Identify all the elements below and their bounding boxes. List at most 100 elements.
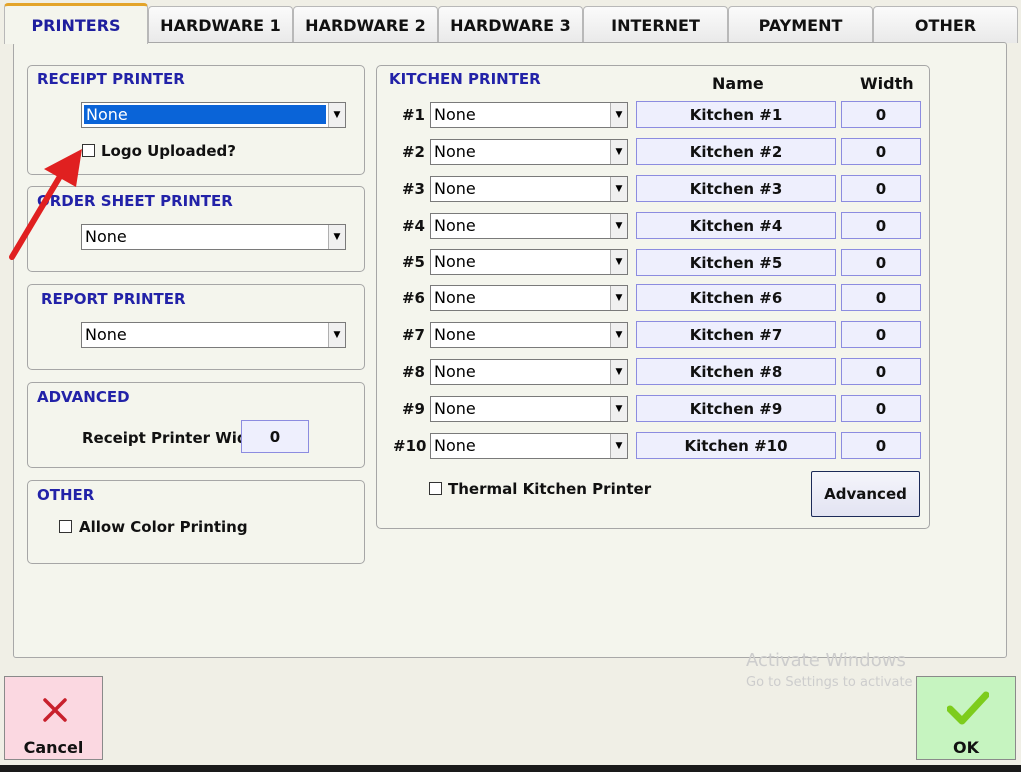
kitchen-width-input[interactable]: 0 xyxy=(841,212,921,239)
checkmark-icon xyxy=(947,691,989,725)
chevron-down-icon[interactable]: ▼ xyxy=(328,225,345,249)
row-number: #8 xyxy=(401,363,425,381)
cancel-label: Cancel xyxy=(23,738,84,757)
report-printer-select[interactable]: None ▼ xyxy=(81,322,346,348)
kitchen-name-input[interactable]: Kitchen #8 xyxy=(636,358,836,385)
tab-printers[interactable]: PRINTERS xyxy=(4,3,148,44)
kitchen-printer-select[interactable]: None ▼ xyxy=(430,359,628,385)
row-number: #2 xyxy=(401,143,425,161)
receipt-printer-value: None xyxy=(83,104,327,125)
ok-button[interactable]: OK xyxy=(916,676,1016,760)
row-number: #9 xyxy=(401,400,425,418)
kitchen-printer-select[interactable]: None ▼ xyxy=(430,139,628,165)
tab-internet[interactable]: INTERNET xyxy=(583,6,728,43)
kitchen-width-input[interactable]: 0 xyxy=(841,358,921,385)
chevron-down-icon[interactable]: ▼ xyxy=(328,103,345,127)
tab-hardware-1[interactable]: HARDWARE 1 xyxy=(148,6,293,43)
kitchen-printer-select[interactable]: None ▼ xyxy=(430,285,628,311)
kitchen-width-input[interactable]: 0 xyxy=(841,321,921,348)
close-icon xyxy=(43,698,67,722)
kitchen-printer-value: None xyxy=(434,362,476,381)
kitchen-printer-value: None xyxy=(434,105,476,124)
kitchen-name-input[interactable]: Kitchen #4 xyxy=(636,212,836,239)
report-printer-value: None xyxy=(85,325,127,344)
receipt-printer-select[interactable]: None ▼ xyxy=(81,102,346,128)
receipt-printer-width-input[interactable]: 0 xyxy=(241,420,309,453)
allow-color-printing-checkbox[interactable] xyxy=(59,520,72,533)
cancel-button[interactable]: Cancel xyxy=(4,676,103,760)
kitchen-name-input[interactable]: Kitchen #1 xyxy=(636,101,836,128)
name-column-header: Name xyxy=(712,74,764,93)
tab-hardware-3[interactable]: HARDWARE 3 xyxy=(438,6,583,43)
thermal-kitchen-printer-label: Thermal Kitchen Printer xyxy=(448,480,652,498)
tab-hardware-2[interactable]: HARDWARE 2 xyxy=(293,6,438,43)
row-number: #7 xyxy=(401,326,425,344)
row-number: #10 xyxy=(393,437,427,455)
receipt-printer-width-label: Receipt Printer Width xyxy=(82,429,266,447)
kitchen-width-input[interactable]: 0 xyxy=(841,432,921,459)
order-sheet-printer-select[interactable]: None ▼ xyxy=(81,224,346,250)
kitchen-name-input[interactable]: Kitchen #5 xyxy=(636,249,836,276)
report-printer-title: REPORT PRINTER xyxy=(41,290,186,308)
receipt-printer-title: RECEIPT PRINTER xyxy=(37,70,185,88)
activate-windows-watermark: Activate Windows xyxy=(746,650,906,671)
kitchen-printer-value: None xyxy=(434,216,476,235)
chevron-down-icon[interactable]: ▼ xyxy=(610,397,627,421)
kitchen-printer-select[interactable]: None ▼ xyxy=(430,322,628,348)
row-number: #4 xyxy=(401,217,425,235)
red-arrow-annotation xyxy=(9,149,82,260)
kitchen-printer-value: None xyxy=(434,142,476,161)
row-number: #5 xyxy=(401,253,425,271)
kitchen-width-input[interactable]: 0 xyxy=(841,395,921,422)
tab-other[interactable]: OTHER xyxy=(873,6,1018,43)
kitchen-width-input[interactable]: 0 xyxy=(841,175,921,202)
kitchen-printer-select[interactable]: None ▼ xyxy=(430,176,628,202)
kitchen-width-input[interactable]: 0 xyxy=(841,284,921,311)
row-number: #3 xyxy=(401,180,425,198)
kitchen-printer-value: None xyxy=(434,179,476,198)
ok-label: OK xyxy=(953,738,979,757)
chevron-down-icon[interactable]: ▼ xyxy=(610,434,627,458)
row-number: #6 xyxy=(401,289,425,307)
chevron-down-icon[interactable]: ▼ xyxy=(610,140,627,164)
kitchen-printer-value: None xyxy=(434,399,476,418)
tab-bar: PRINTERS HARDWARE 1 HARDWARE 2 HARDWARE … xyxy=(4,3,1018,44)
kitchen-name-input[interactable]: Kitchen #9 xyxy=(636,395,836,422)
kitchen-name-input[interactable]: Kitchen #3 xyxy=(636,175,836,202)
other-title: OTHER xyxy=(37,486,95,504)
kitchen-width-input[interactable]: 0 xyxy=(841,249,921,276)
kitchen-printer-value: None xyxy=(434,325,476,344)
kitchen-printer-value: None xyxy=(434,288,476,307)
row-number: #1 xyxy=(401,106,425,124)
kitchen-printer-select[interactable]: None ▼ xyxy=(430,249,628,275)
kitchen-name-input[interactable]: Kitchen #2 xyxy=(636,138,836,165)
kitchen-printer-select[interactable]: None ▼ xyxy=(430,396,628,422)
kitchen-name-input[interactable]: Kitchen #6 xyxy=(636,284,836,311)
kitchen-advanced-button[interactable]: Advanced xyxy=(811,471,920,517)
chevron-down-icon[interactable]: ▼ xyxy=(328,323,345,347)
chevron-down-icon[interactable]: ▼ xyxy=(610,214,627,238)
allow-color-printing-label: Allow Color Printing xyxy=(79,518,248,536)
kitchen-printer-select[interactable]: None ▼ xyxy=(430,433,628,459)
thermal-kitchen-printer-checkbox[interactable] xyxy=(429,482,442,495)
kitchen-width-input[interactable]: 0 xyxy=(841,138,921,165)
width-column-header: Width xyxy=(860,74,914,93)
chevron-down-icon[interactable]: ▼ xyxy=(610,103,627,127)
chevron-down-icon[interactable]: ▼ xyxy=(610,286,627,310)
kitchen-name-input[interactable]: Kitchen #10 xyxy=(636,432,836,459)
chevron-down-icon[interactable]: ▼ xyxy=(610,177,627,201)
kitchen-printer-select[interactable]: None ▼ xyxy=(430,102,628,128)
chevron-down-icon[interactable]: ▼ xyxy=(610,360,627,384)
chevron-down-icon[interactable]: ▼ xyxy=(610,323,627,347)
kitchen-printer-value: None xyxy=(434,436,476,455)
kitchen-printer-title: KITCHEN PRINTER xyxy=(389,70,541,88)
kitchen-name-input[interactable]: Kitchen #7 xyxy=(636,321,836,348)
advanced-title: ADVANCED xyxy=(37,388,130,406)
kitchen-printer-select[interactable]: None ▼ xyxy=(430,213,628,239)
kitchen-printer-value: None xyxy=(434,252,476,271)
chevron-down-icon[interactable]: ▼ xyxy=(610,250,627,274)
logo-uploaded-label: Logo Uploaded? xyxy=(101,142,236,160)
taskbar-edge xyxy=(0,765,1021,772)
kitchen-width-input[interactable]: 0 xyxy=(841,101,921,128)
tab-payment[interactable]: PAYMENT xyxy=(728,6,873,43)
